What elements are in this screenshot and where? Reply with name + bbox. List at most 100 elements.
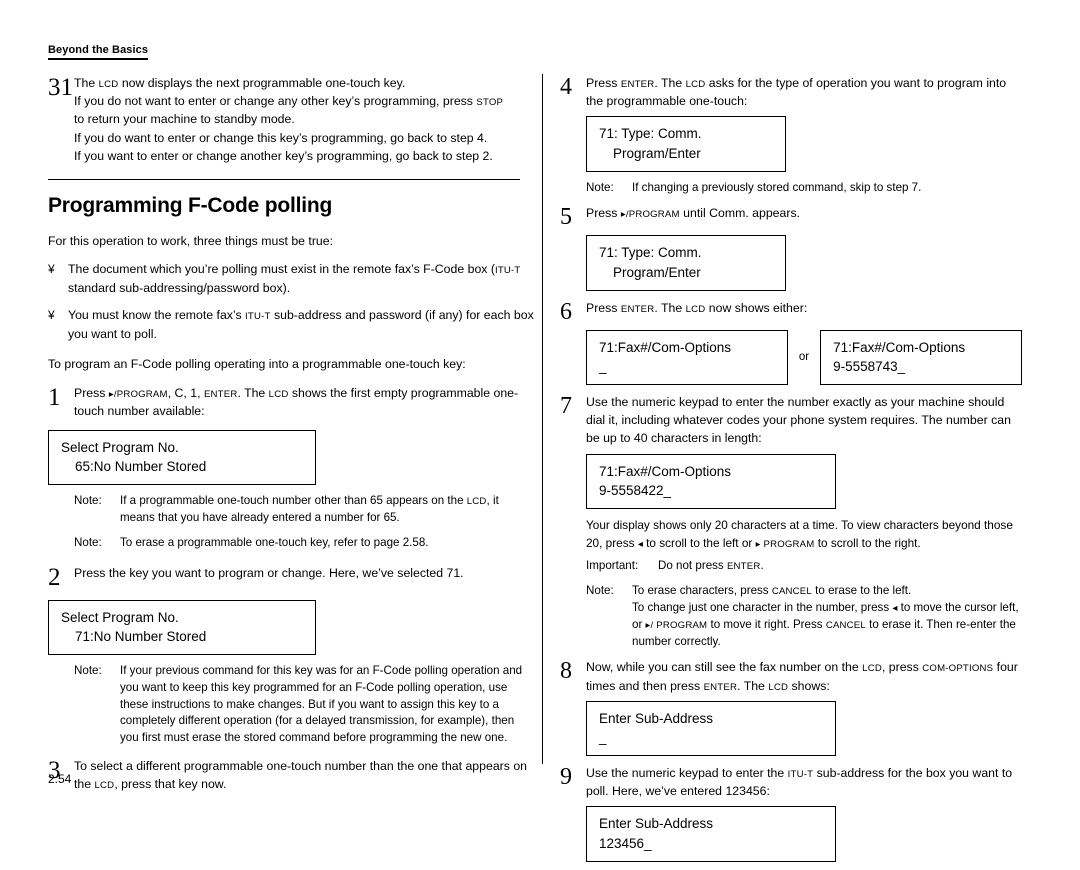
lcd-label: LCD — [685, 303, 706, 315]
section-intro: For this operation to work, three things… — [48, 233, 334, 248]
step-text: To select a different programmable one-t… — [74, 757, 536, 793]
section-rule — [48, 178, 520, 180]
lcd-line-2: 71:No Number Stored — [75, 628, 207, 644]
lcd-label: LCD — [268, 388, 289, 400]
step4-b: . The — [654, 76, 686, 90]
step5-a: Press — [586, 206, 621, 221]
note-text: If your previous command for this key wa… — [120, 663, 523, 745]
step6-b: . The — [654, 300, 686, 315]
note-3: Note: If your previous command for this … — [74, 663, 536, 747]
lcd-line-2: 123456_ — [599, 835, 652, 851]
important-note: Important: Do not press ENTER. — [586, 558, 1022, 575]
step-text: Use the numeric keypad to enter the ITU-… — [586, 764, 1022, 800]
cancel-key-label: CANCEL — [825, 619, 866, 631]
lead-in-text: To program an F-Code polling operating i… — [48, 357, 466, 372]
right-column: 4 Press ENTER. The LCD asks for the type… — [560, 74, 1022, 870]
note-4: Note: If changing a previously stored co… — [586, 180, 1022, 197]
lcd-line-2: Program/Enter — [613, 264, 701, 280]
lcd-line-2: 9-5558422_ — [599, 482, 672, 498]
lcd-line-1: 71: Type: Comm. — [599, 126, 702, 142]
step-text: Now, while you can still see the fax num… — [586, 658, 1022, 694]
lcd-line-1: 71: Type: Comm. — [599, 245, 702, 261]
lcd-line-2: _ — [599, 729, 607, 745]
note-text: If a programmable one-touch number other… — [120, 493, 536, 527]
step-text: Press ▸/PROGRAM, C, 1, ENTER. The LCD sh… — [74, 384, 536, 420]
cancel-key-label: CANCEL — [771, 586, 812, 598]
step3-b: , press that key now. — [114, 777, 227, 792]
note5-line1-a: To erase characters, press — [632, 584, 772, 598]
lcd-display-select-program-71: Select Program No. 71:No Number Stored — [48, 599, 316, 655]
step1-c: . The — [237, 385, 269, 400]
step31-line1-pre: The — [74, 76, 99, 90]
note5-line2-a: To change just one character in the numb… — [632, 600, 893, 614]
lcd-display-pair: 71:Fax#/Com-Options _ or 71:Fax#/Com-Opt… — [586, 329, 1022, 386]
step31-line4: If you do want to enter or change this k… — [74, 130, 488, 145]
step31-line3: to return your machine to standby mode. — [74, 112, 295, 127]
lcd-display-type-comm-2: 71: Type: Comm. Program/Enter — [586, 235, 786, 291]
step1-b: , C, 1, — [167, 385, 204, 400]
or-connector: or — [798, 351, 810, 364]
lcd-label: LCD — [466, 496, 487, 508]
lcd-line-2: _ — [599, 358, 607, 374]
bullet-marker: ¥ — [48, 262, 55, 277]
step6-a: Press — [586, 300, 621, 315]
enter-key-label: ENTER — [203, 388, 238, 400]
step5-b: until Comm. appears. — [679, 206, 801, 221]
step-number: 7 — [560, 393, 572, 420]
lcd-label: LCD — [94, 780, 115, 792]
column-divider — [542, 74, 543, 764]
note-text: If changing a previously stored command,… — [632, 180, 922, 194]
note-2: Note: To erase a programmable one-touch … — [74, 535, 536, 552]
step-9: 9 Use the numeric keypad to enter the IT… — [560, 764, 1022, 800]
step8-b: , press — [881, 660, 923, 675]
lcd-label: LCD — [768, 681, 789, 693]
step-text: Press ENTER. The LCD asks for the type o… — [586, 74, 1022, 110]
important-a: Do not press — [658, 559, 727, 573]
program-key-label: ▸ PROGRAM — [755, 538, 815, 550]
note-1: Note: If a programmable one-touch number… — [74, 493, 536, 527]
lcd-label: LCD — [98, 79, 119, 90]
step-number: 1 — [48, 383, 61, 411]
step-text: Use the numeric keypad to enter the numb… — [586, 395, 1011, 446]
step-text: The LCD now displays the next programmab… — [74, 74, 536, 165]
itu-t-label: ITU-T — [245, 311, 271, 323]
important-b: . — [760, 559, 764, 573]
bullet-text: You must know the remote fax’s ITU-T sub… — [68, 306, 536, 343]
enter-key-label: ENTER — [620, 303, 655, 315]
bullet-0-b: standard sub-addressing/password box). — [68, 280, 291, 295]
step31-line1-post: now displays the next programmable one-t… — [118, 76, 406, 90]
lcd-line-1: 71:Fax#/Com-Options — [599, 463, 732, 479]
bullet-item: ¥ You must know the remote fax’s ITU-T s… — [48, 306, 536, 343]
step-number: 4 — [560, 74, 572, 100]
lcd-line-1: Enter Sub-Address — [599, 816, 714, 832]
page-header-tab: Beyond the Basics — [48, 44, 149, 60]
note5-line2-c: to move it right. Press — [707, 617, 826, 631]
scroll-instructions: Your display shows only 20 characters at… — [586, 517, 1022, 552]
note-label: Note: — [74, 494, 102, 508]
lcd-line-2: Program/Enter — [613, 145, 701, 161]
itu-t-label: ITU-T — [787, 769, 814, 781]
page-number-footer: 2.54 — [48, 772, 72, 786]
document-page: Beyond the Basics 31 The LCD now display… — [0, 0, 1080, 862]
step-31: 31 The LCD now displays the next program… — [48, 74, 536, 165]
lcd-line-2: 65:No Number Stored — [75, 459, 207, 475]
lcd-display-fax-number-entry: 71:Fax#/Com-Options 9-5558422_ — [586, 453, 836, 509]
program-key-label: ▸/ PROGRAM — [645, 619, 708, 631]
step8-e: shows: — [788, 678, 830, 693]
step-text: Press the key you want to program or cha… — [74, 565, 464, 580]
note-label: Note: — [586, 584, 614, 598]
step-number: 31 — [48, 74, 73, 101]
lcd-display-enter-sub-address-filled: Enter Sub-Address 123456_ — [586, 806, 836, 862]
step-number: 2 — [48, 563, 61, 591]
step31-line5: If you want to enter or change another k… — [74, 148, 493, 163]
step8-a: Now, while you can still see the fax num… — [586, 660, 863, 675]
step-6: 6 Press ENTER. The LCD now shows either: — [560, 299, 1022, 324]
lcd-display-select-program-65: Select Program No. 65:No Number Stored — [48, 429, 316, 486]
itu-t-label: ITU-T — [494, 265, 521, 277]
bullet-item: ¥ The document which you’re polling must… — [48, 260, 536, 297]
lcd-display-enter-sub-address-empty: Enter Sub-Address _ — [586, 700, 836, 757]
note-label: Note: — [586, 180, 614, 194]
step-4: 4 Press ENTER. The LCD asks for the type… — [560, 74, 1022, 110]
enter-key-label: ENTER — [620, 79, 655, 90]
important-label: Important: — [586, 559, 639, 573]
